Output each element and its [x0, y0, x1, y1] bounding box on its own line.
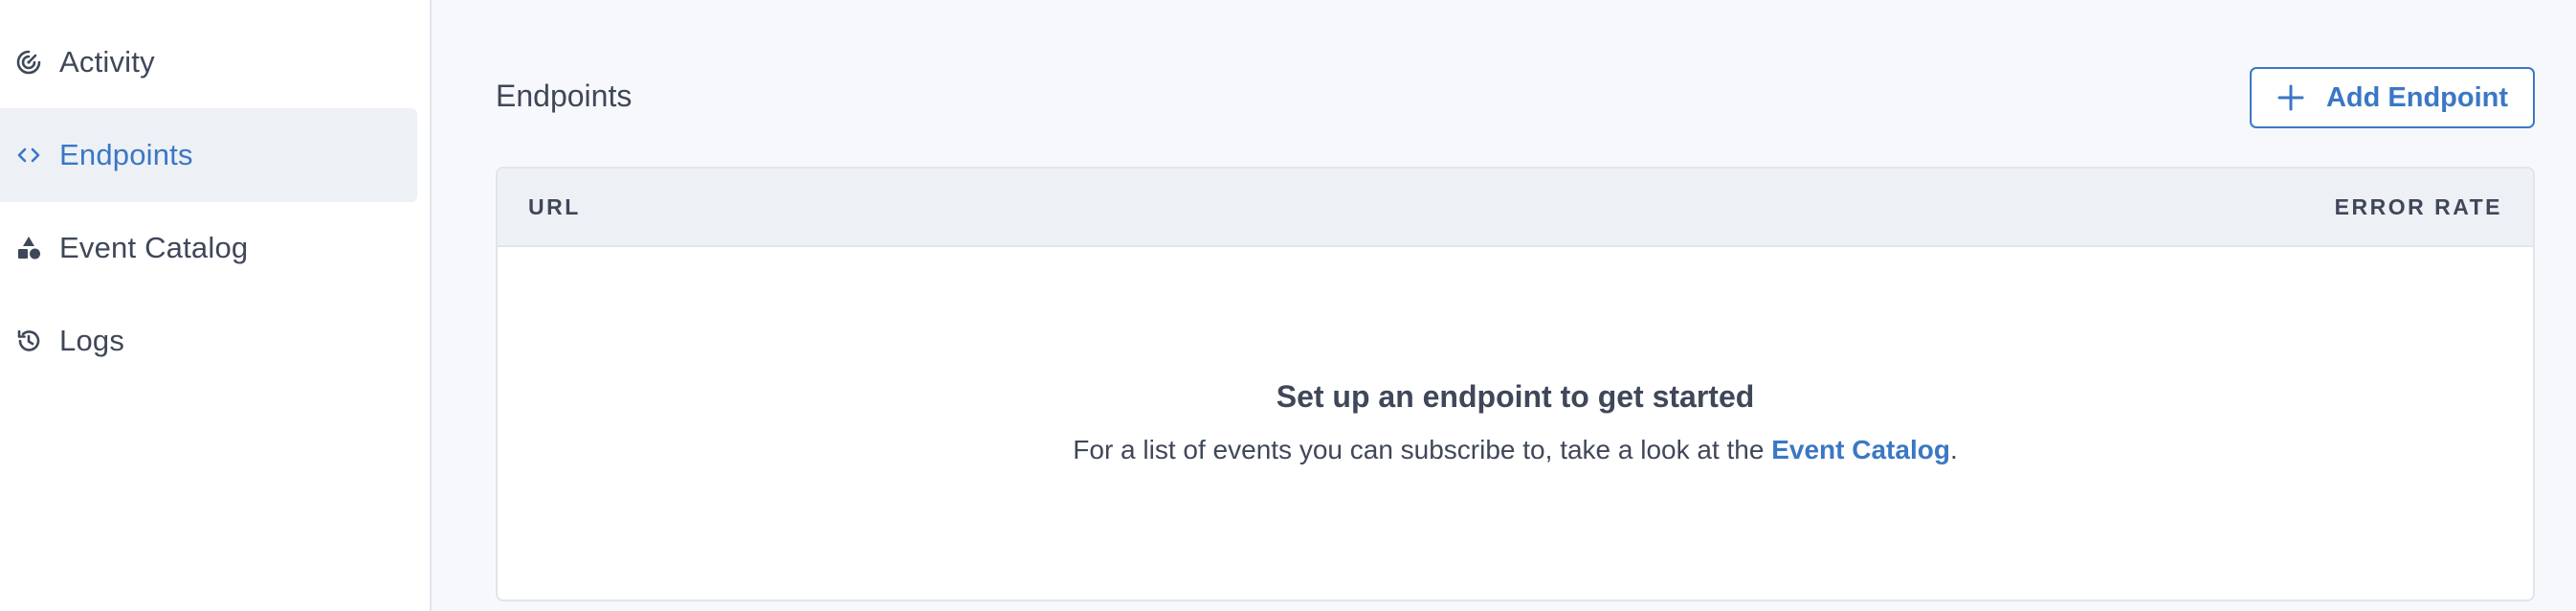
table-header: URL ERROR RATE — [498, 169, 2533, 247]
plus-icon — [2276, 83, 2305, 112]
column-header-error-rate: ERROR RATE — [2334, 193, 2502, 219]
sidebar-item-label: Logs — [59, 324, 125, 357]
sidebar-item-endpoints[interactable]: Endpoints — [0, 108, 417, 202]
sidebar-item-event-catalog[interactable]: Event Catalog — [0, 201, 417, 295]
sidebar: Activity Endpoints Event Catalog Logs — [0, 0, 432, 611]
main-content: Endpoints Add Endpoint URL ERROR RATE Se… — [432, 0, 2576, 611]
empty-state: Set up an endpoint to get started For a … — [498, 247, 2533, 600]
sidebar-item-activity[interactable]: Activity — [0, 15, 417, 109]
add-endpoint-label: Add Endpoint — [2325, 81, 2509, 113]
sidebar-item-logs[interactable]: Logs — [0, 294, 417, 388]
activity-icon — [13, 47, 44, 78]
sidebar-item-label: Endpoints — [59, 138, 193, 171]
add-endpoint-button[interactable]: Add Endpoint — [2250, 67, 2535, 128]
page-title: Endpoints — [496, 79, 633, 113]
event-catalog-link[interactable]: Event Catalog — [1771, 435, 1950, 464]
code-brackets-icon — [13, 140, 44, 170]
empty-state-desc-suffix: . — [1949, 435, 1958, 464]
sidebar-item-label: Event Catalog — [59, 231, 249, 264]
column-header-url: URL — [528, 193, 581, 219]
endpoints-table: URL ERROR RATE Set up an endpoint to get… — [496, 167, 2535, 601]
empty-state-desc-prefix: For a list of events you can subscribe t… — [1073, 435, 1772, 464]
shapes-icon — [13, 233, 44, 263]
app-root: Activity Endpoints Event Catalog Logs En… — [0, 0, 2576, 611]
history-icon — [13, 326, 44, 356]
sidebar-item-label: Activity — [59, 45, 155, 79]
empty-state-title: Set up an endpoint to get started — [1276, 379, 1755, 414]
empty-state-description: For a list of events you can subscribe t… — [498, 435, 2533, 465]
